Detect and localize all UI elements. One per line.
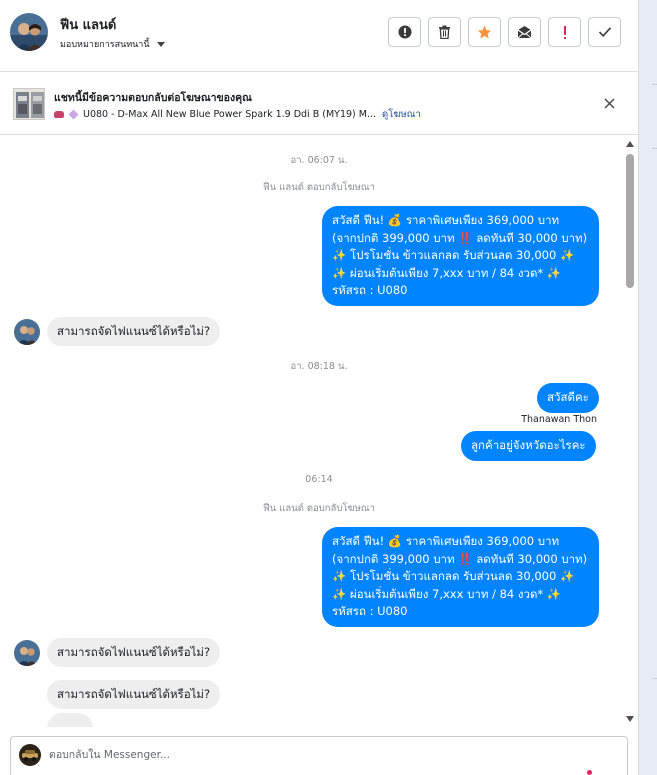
contact-avatar-small[interactable] [14, 640, 40, 666]
message-line: (จากปกติ 399,000 บาท ‼️ ลดทันที 30,000 บ… [332, 230, 588, 245]
mark-unread-button[interactable] [508, 17, 541, 47]
reply-input[interactable] [49, 746, 609, 764]
ad-reply-banner: แชทนี้มีข้อความตอบกลับต่อโฆษณาของคุณ U08… [0, 72, 638, 135]
message-line: ✨ ผ่อนเริ่มต้นเพียง 7,xxx บาท / 84 งวด* … [332, 265, 562, 280]
ad-thumbnail[interactable] [13, 88, 45, 120]
message-timestamp: 06:14 [305, 474, 333, 485]
conversation-actions [388, 17, 621, 47]
incoming-message[interactable]: สามารถจัดไฟแนนซ์ได้หรือไม่? [47, 317, 221, 346]
scroll-up-arrow-icon[interactable] [626, 141, 634, 147]
incoming-message[interactable]: สามารถจัดไฟแนนซ์ได้หรือไม่? [47, 638, 221, 667]
scroll-down-arrow-icon[interactable] [626, 716, 634, 722]
ad-banner-subtitle: U080 - D-Max All New Blue Power Spark 1.… [54, 107, 421, 122]
view-ad-link[interactable]: ดูโฆษณา [382, 107, 421, 122]
scrollbar-thumb[interactable] [626, 154, 634, 288]
delete-button[interactable] [428, 17, 461, 47]
divider [652, 84, 657, 85]
message-line: สวัสดี ฟีน! 💰 ราคาพิเศษเพียง 369,000 บาท [332, 534, 560, 548]
message-thread: อา. 06:07 น. ฟีน แลนด์ ตอบกลับโฆษณา สวัส… [0, 136, 638, 727]
exclamation-icon [563, 25, 566, 39]
diamond-icon [68, 109, 79, 120]
message-line: รหัสรถ : U080 [332, 604, 408, 618]
message-line: (จากปกติ 399,000 บาท ‼️ ลดทันที 30,000 บ… [332, 551, 588, 566]
page-avatar [19, 744, 41, 766]
message-line: ✨ ผ่อนเริ่มต้นเพียง 7,xxx บาท / 84 งวด* … [332, 586, 562, 601]
side-panel-edge [638, 0, 657, 775]
message-line: สวัสดี ฟีน! 💰 ราคาพิเศษเพียง 369,000 บาท [332, 213, 560, 227]
assign-conversation-dropdown[interactable]: มอบหมายการสนทนานี้ [60, 37, 165, 51]
star-icon [477, 25, 492, 38]
incoming-message[interactable]: สามารถจัดไฟแนนซ์ได้หรือไม่? [47, 680, 221, 709]
car-icon [54, 111, 64, 118]
ad-name: U080 - D-Max All New Blue Power Spark 1.… [83, 109, 377, 120]
contact-avatar[interactable] [10, 13, 48, 51]
contact-avatar-small[interactable] [14, 319, 40, 345]
envelope-icon [517, 26, 532, 39]
close-banner-button[interactable] [601, 95, 617, 111]
ad-banner-title: แชทนี้มีข้อความตอบกลับต่อโฆษณาของคุณ [54, 92, 252, 104]
message-timestamp: อา. 06:07 น. [290, 155, 348, 166]
outgoing-message[interactable]: สวัสดี ฟีน! 💰 ราคาพิเศษเพียง 369,000 บาท… [322, 206, 599, 306]
sender-name: Thanawan Thon [521, 414, 597, 425]
ad-reply-note: ฟีน แลนด์ ตอบกลับโฆษณา [263, 503, 375, 514]
outgoing-message[interactable]: สวัสดีคะ [537, 383, 599, 413]
assign-label: มอบหมายการสนทนานี้ [60, 40, 150, 50]
ad-reply-note: ฟีน แลนด์ ตอบกลับโฆษณา [263, 182, 375, 193]
checkmark-icon [598, 27, 611, 37]
incoming-message-partial[interactable] [47, 713, 93, 727]
mark-done-button[interactable] [588, 17, 621, 47]
message-line: ✨ โปรโมชั่น ข้าวแลกลด รับส่วนลด 30,000 ✨ [332, 569, 575, 583]
outgoing-message[interactable]: สวัสดี ฟีน! 💰 ราคาพิเศษเพียง 369,000 บาท… [322, 527, 599, 627]
caret-down-icon [156, 41, 165, 47]
message-timestamp: อา. 08:18 น. [290, 361, 348, 372]
message-line: ✨ โปรโมชั่น ข้าวแลกลด รับส่วนลด 30,000 ✨ [332, 248, 575, 262]
thread-scrollbar[interactable] [624, 138, 636, 724]
divider [652, 148, 657, 149]
outgoing-message[interactable]: ลูกค้าอยู่จังหวัดอะไรคะ [461, 431, 596, 461]
conversation-panel: ฟีน แลนด์ มอบหมายการสนทนานี้ แชทนี้มีข้อ… [0, 0, 638, 775]
conversation-header: ฟีน แลนด์ มอบหมายการสนทนานี้ [0, 0, 638, 72]
divider [652, 678, 657, 679]
reply-composer [10, 736, 628, 775]
mark-spam-button[interactable] [388, 17, 421, 47]
trash-icon [439, 25, 450, 39]
notification-dot [587, 770, 592, 775]
alert-circle-icon [398, 25, 411, 39]
star-button[interactable] [468, 17, 501, 47]
contact-name[interactable]: ฟีน แลนด์ [60, 14, 116, 35]
follow-up-button[interactable] [548, 17, 581, 47]
message-line: รหัสรถ : U080 [332, 283, 408, 297]
close-icon [604, 98, 614, 108]
